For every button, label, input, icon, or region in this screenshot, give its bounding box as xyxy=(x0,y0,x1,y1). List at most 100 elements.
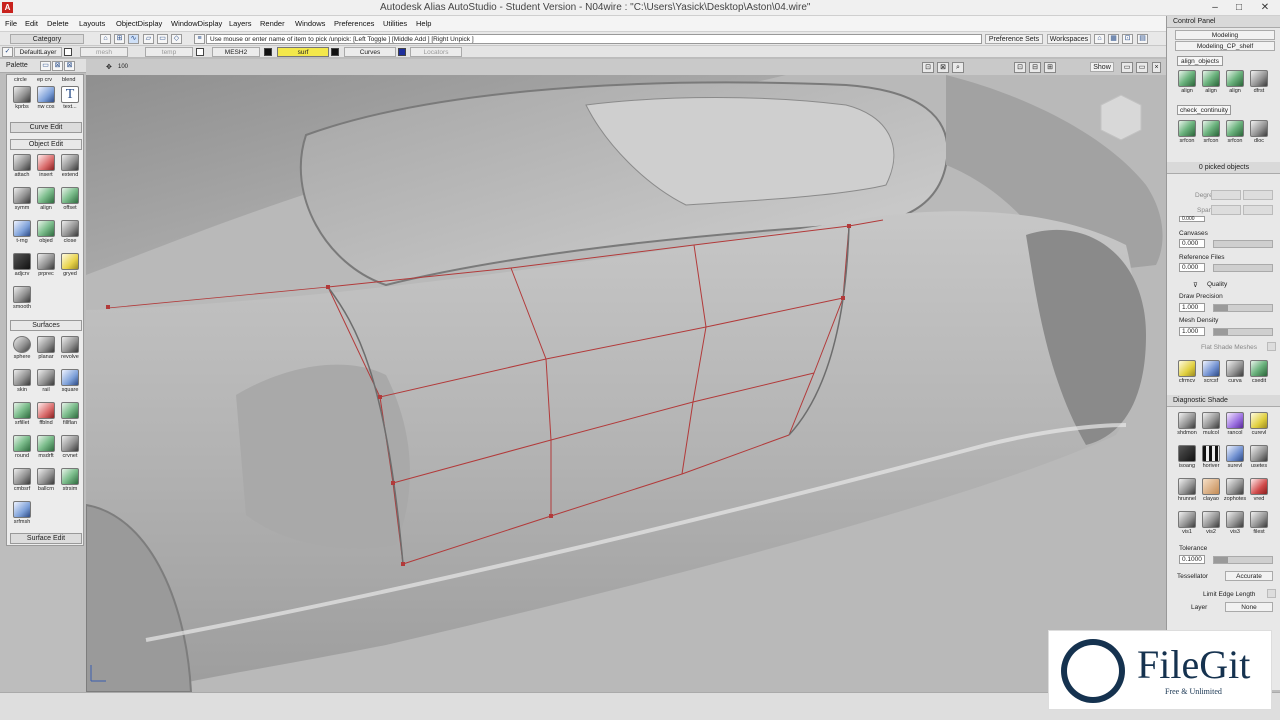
cv-point[interactable] xyxy=(378,395,382,399)
pick-curve-icon[interactable]: ∿ xyxy=(128,34,139,44)
tool-blend-label[interactable]: blend xyxy=(62,77,75,83)
tool-rail[interactable]: rail xyxy=(34,369,58,397)
tool-msdrft[interactable]: msdrft xyxy=(34,435,58,463)
diag-curevl[interactable]: curevl xyxy=(1247,412,1271,442)
layer-surf-color[interactable] xyxy=(331,48,339,56)
layer-curves-color[interactable] xyxy=(398,48,406,56)
tolerance-slider[interactable] xyxy=(1213,556,1273,564)
tool-fillflan[interactable]: fillflan xyxy=(58,402,82,430)
pick-component-icon[interactable]: ◇ xyxy=(171,34,182,44)
tool-symm[interactable]: symm xyxy=(10,187,34,215)
tool-insert[interactable]: insert xyxy=(34,154,58,182)
cv-point[interactable] xyxy=(326,285,330,289)
tool-epcrv-label[interactable]: ep crv xyxy=(37,77,52,83)
tool-strsim[interactable]: strsim xyxy=(58,468,82,496)
tool-square[interactable]: square xyxy=(58,369,82,397)
tool-sphere[interactable]: sphere xyxy=(10,336,34,364)
spans-field[interactable] xyxy=(1211,205,1241,215)
tool-skin[interactable]: skin xyxy=(10,369,34,397)
modeling-viewport[interactable] xyxy=(86,75,1166,692)
menu-layers[interactable]: Layers xyxy=(229,19,252,28)
tool-gryed[interactable]: gryed xyxy=(58,253,82,281)
layer-visibility-icon[interactable]: ✓ xyxy=(2,47,13,57)
view-maximize-icon[interactable]: ▭ xyxy=(1121,62,1133,73)
view-ortho-icon[interactable]: ⊟ xyxy=(1029,62,1041,73)
tool-offset[interactable]: offset xyxy=(58,187,82,215)
diag-rancol[interactable]: rancol xyxy=(1223,412,1247,442)
tool-prprec[interactable]: prprec xyxy=(34,253,58,281)
mesh-density-slider[interactable] xyxy=(1213,328,1273,336)
reference-files-field[interactable]: 0.000 xyxy=(1179,263,1205,272)
object-edit-section[interactable]: Object Edit xyxy=(10,139,82,150)
draw-precision-slider[interactable] xyxy=(1213,304,1273,312)
workspaces-button[interactable]: Workspaces xyxy=(1047,34,1091,44)
tool-cmbsrf[interactable]: cmbsrf xyxy=(10,468,34,496)
menu-edit[interactable]: Edit xyxy=(25,19,38,28)
cp-tool-dfrst[interactable]: dfrst xyxy=(1247,70,1271,100)
layer-mesh2[interactable]: MESH2 xyxy=(212,47,260,57)
menu-objectdisplay[interactable]: ObjectDisplay xyxy=(116,19,162,28)
pick-surface-icon[interactable]: ▱ xyxy=(143,34,154,44)
cv-point[interactable] xyxy=(391,481,395,485)
menu-layouts[interactable]: Layouts xyxy=(79,19,105,28)
diag-vred[interactable]: vred xyxy=(1247,478,1271,508)
layer-temp-color[interactable] xyxy=(196,48,204,56)
menu-windows[interactable]: Windows xyxy=(295,19,325,28)
limit-edge-checkbox[interactable] xyxy=(1267,589,1276,598)
spans-field-2[interactable] xyxy=(1243,205,1273,215)
picked-objects-dropdown[interactable]: 0 picked objects xyxy=(1167,162,1280,174)
tool-revolve[interactable]: revolve xyxy=(58,336,82,364)
cp-tool-srfcon-1[interactable]: srfcon xyxy=(1175,120,1199,150)
degree-field-2[interactable] xyxy=(1243,190,1273,200)
cv-point[interactable] xyxy=(106,305,110,309)
cp-tool-cfrmcv[interactable]: cfrmcv xyxy=(1175,360,1199,390)
layer-default-color[interactable] xyxy=(64,48,72,56)
tool-attach[interactable]: attach xyxy=(10,154,34,182)
diag-vis1[interactable]: vis1 xyxy=(1175,511,1199,541)
tool-extend[interactable]: extend xyxy=(58,154,82,182)
view-split-icon[interactable]: ▭ xyxy=(1136,62,1148,73)
preference-sets-button[interactable]: Preference Sets xyxy=(985,34,1043,44)
category-dropdown[interactable]: Category xyxy=(10,34,84,44)
reference-files-slider[interactable] xyxy=(1213,264,1273,272)
tessellator-dropdown[interactable]: Accurate xyxy=(1225,571,1273,581)
diag-usetes[interactable]: usetes xyxy=(1247,445,1271,475)
tool-align[interactable]: align xyxy=(34,187,58,215)
cp-tool-srfcon-2[interactable]: srfcon xyxy=(1199,120,1223,150)
tool-objed[interactable]: objed xyxy=(34,220,58,248)
cv-point[interactable] xyxy=(549,514,553,518)
diag-horiver[interactable]: horiver xyxy=(1199,445,1223,475)
workspace-layout-icon[interactable]: ▦ xyxy=(1108,34,1119,44)
diag-isoang[interactable]: isoang xyxy=(1175,445,1199,475)
pick-object-icon[interactable]: ⌂ xyxy=(100,34,111,44)
layer-temp[interactable]: temp xyxy=(145,47,193,57)
cp-tool-curva[interactable]: curva xyxy=(1223,360,1247,390)
draw-precision-field[interactable]: 1.000 xyxy=(1179,303,1205,312)
flat-shade-checkbox[interactable] xyxy=(1267,342,1276,351)
mesh-density-field[interactable]: 1.000 xyxy=(1179,327,1205,336)
tab-align-objects[interactable]: align_objects xyxy=(1177,56,1223,66)
pick-template-icon[interactable]: ▭ xyxy=(157,34,168,44)
surface-edit-section[interactable]: Surface Edit xyxy=(10,533,82,544)
degree-field[interactable] xyxy=(1211,190,1241,200)
layer-locators[interactable]: Locators xyxy=(410,47,462,57)
tool-adjcrv[interactable]: adjcrv xyxy=(10,253,34,281)
diag-vis2[interactable]: vis2 xyxy=(1199,511,1223,541)
workspace-save-icon[interactable]: ⌂ xyxy=(1094,34,1105,44)
tool-ballcrn[interactable]: ballcrn xyxy=(34,468,58,496)
layer-curves[interactable]: Curves xyxy=(344,47,396,57)
diag-zophotes[interactable]: zophotes xyxy=(1223,478,1247,508)
canvases-field[interactable]: 0.000 xyxy=(1179,239,1205,248)
tool-circle-label[interactable]: circle xyxy=(14,77,27,83)
minimize-button[interactable]: – xyxy=(1204,1,1226,14)
cv-point[interactable] xyxy=(401,562,405,566)
cp-tool-srfcon-3[interactable]: srfcon xyxy=(1223,120,1247,150)
surfaces-section[interactable]: Surfaces xyxy=(10,320,82,331)
prompt-history-icon[interactable]: ≡ xyxy=(194,34,205,44)
maximize-button[interactable]: □ xyxy=(1228,1,1250,14)
tool-srfillet[interactable]: srfillet xyxy=(10,402,34,430)
layer-mesh[interactable]: mesh xyxy=(80,47,128,57)
tool-round[interactable]: round xyxy=(10,435,34,463)
tool-trng[interactable]: t-rng xyxy=(10,220,34,248)
menu-delete[interactable]: Delete xyxy=(47,19,69,28)
